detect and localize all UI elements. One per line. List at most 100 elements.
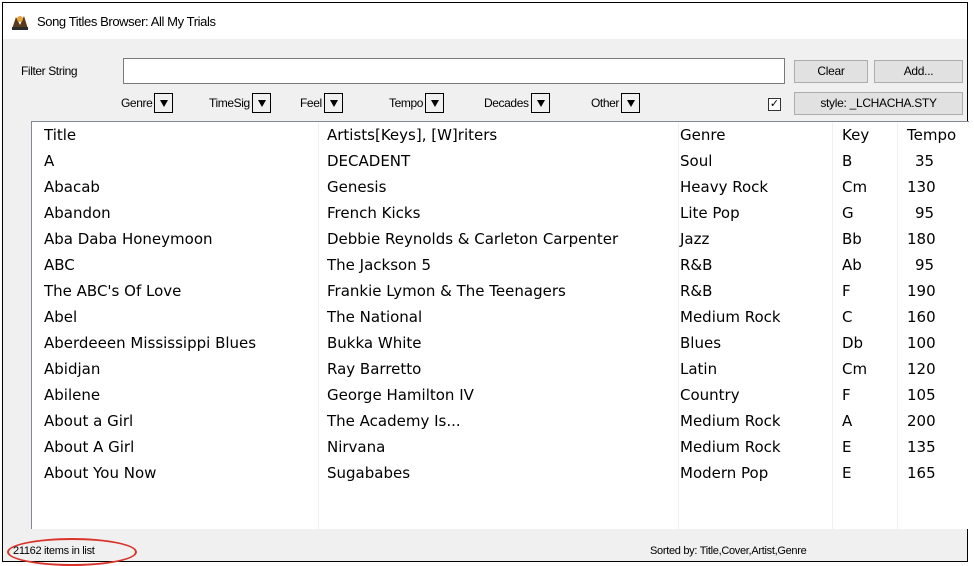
cell-title: Aba Daba Honeymoon <box>44 230 213 248</box>
clear-button[interactable]: Clear <box>794 60 868 83</box>
cell-genre: Medium Rock <box>680 412 781 430</box>
cell-title: About a Girl <box>44 412 134 430</box>
sort-status: Sorted by: Title,Cover,Artist,Genre <box>650 545 807 557</box>
cell-title: About A Girl <box>44 438 135 456</box>
tempo-dropdown[interactable]: Tempo <box>389 93 445 113</box>
dropdown-arrow-icon[interactable] <box>323 93 343 113</box>
cell-artist: George Hamilton IV <box>327 386 474 404</box>
other-dropdown[interactable]: Other <box>591 93 641 113</box>
column-header-genre[interactable]: Genre <box>680 122 725 148</box>
tempo-dropdown-label: Tempo <box>389 96 424 110</box>
style-button[interactable]: style: _LCHACHA.STY <box>794 92 963 115</box>
table-row[interactable]: The ABC's Of Love Frankie Lymon & The Tee… <box>32 278 969 304</box>
cell-title: The ABC's Of Love <box>44 282 182 300</box>
cell-tempo: 190 <box>907 282 936 300</box>
cell-key: F <box>842 386 851 404</box>
table-row[interactable]: Aba Daba Honeymoon Debbie Reynolds & Carl… <box>32 226 969 252</box>
cell-tempo: 200 <box>907 412 936 430</box>
column-header-artist[interactable]: Artists[Keys], [W]riters <box>327 122 497 148</box>
cell-genre: Medium Rock <box>680 438 781 456</box>
cell-key: Ab <box>842 256 862 274</box>
cell-artist: Nirvana <box>327 438 386 456</box>
cell-genre: Heavy Rock <box>680 178 769 196</box>
filter-string-label: Filter String <box>21 64 78 78</box>
cell-genre: R&B <box>680 282 713 300</box>
cell-genre: Country <box>680 386 740 404</box>
table-row[interactable]: A DECADENT Soul B 35 <box>32 148 969 174</box>
cell-tempo: 120 <box>907 360 936 378</box>
cell-artist: Debbie Reynolds & Carleton Carpenter <box>327 230 619 248</box>
cell-genre: R&B <box>680 256 713 274</box>
cell-tempo: 165 <box>907 464 936 482</box>
cell-artist: Frankie Lymon & The Teenagers <box>327 282 566 300</box>
items-count-status: 21162 items in list <box>13 545 95 557</box>
table-row[interactable]: Abilene George Hamilton IV Country F 105 <box>32 382 969 408</box>
table-header: Title Artists[Keys], [W]riters Genre Key Tem… <box>32 122 969 148</box>
table-row[interactable]: Abel The National Medium Rock C 160 <box>32 304 969 330</box>
cell-title: A <box>44 152 55 170</box>
genre-dropdown[interactable]: Genre <box>121 93 174 113</box>
cell-genre: Lite Pop <box>680 204 740 222</box>
song-titles-browser-window: Song Titles Browser: All My Trials Filte… <box>2 2 969 566</box>
cell-tempo: 130 <box>907 178 936 196</box>
table-row[interactable]: About A Girl Nirvana Medium Rock E 135 <box>32 434 969 460</box>
cell-key: C <box>842 308 853 326</box>
cell-tempo: 105 <box>907 386 936 404</box>
cell-genre: Jazz <box>680 230 710 248</box>
decades-dropdown[interactable]: Decades <box>484 93 550 113</box>
column-header-title[interactable]: Title <box>44 122 76 148</box>
filter-string-input[interactable] <box>123 58 785 84</box>
add-button[interactable]: Add... <box>874 60 963 83</box>
cell-title: Abacab <box>44 178 100 196</box>
cell-key: Cm <box>842 360 868 378</box>
table-row[interactable]: Aberdeeen Mississippi Blues Bukka White Bl… <box>32 330 969 356</box>
cell-key: F <box>842 282 851 300</box>
window-title: Song Titles Browser: All My Trials <box>37 14 216 29</box>
cell-tempo: 135 <box>907 438 936 456</box>
dropdown-arrow-icon[interactable] <box>425 93 445 113</box>
cell-tempo: 35 <box>915 152 935 170</box>
column-header-tempo[interactable]: Tempo <box>907 122 956 148</box>
cell-key: G <box>842 204 854 222</box>
cell-title: Abidjan <box>44 360 101 378</box>
table-row[interactable]: Abacab Genesis Heavy Rock Cm 130 <box>32 174 969 200</box>
table-row[interactable]: ABC The Jackson 5 R&B Ab 95 <box>32 252 969 278</box>
table-row[interactable]: Abidjan Ray Barretto Latin Cm 120 <box>32 356 969 382</box>
cell-key: Cm <box>842 178 868 196</box>
table-row[interactable]: About You Now Sugababes Modern Pop E 165 <box>32 460 969 486</box>
cell-tempo: 95 <box>915 256 935 274</box>
dropdown-arrow-icon[interactable] <box>251 93 271 113</box>
dropdown-arrow-icon[interactable] <box>154 93 174 113</box>
app-logo-icon <box>10 13 30 31</box>
cell-tempo: 100 <box>907 334 936 352</box>
table-row[interactable]: Abandon French Kicks Lite Pop G 95 <box>32 200 969 226</box>
column-header-key[interactable]: Key <box>842 122 869 148</box>
title-bar: Song Titles Browser: All My Trials <box>3 3 967 39</box>
cell-artist: The Academy Is... <box>327 412 461 430</box>
dropdown-arrow-icon[interactable] <box>621 93 641 113</box>
cell-tempo: 180 <box>907 230 936 248</box>
genre-dropdown-label: Genre <box>121 96 153 110</box>
cell-artist: Bukka White <box>327 334 422 352</box>
cell-key: E <box>842 464 852 482</box>
table-row[interactable]: About a Girl The Academy Is... Medium Rock… <box>32 408 969 434</box>
timesig-dropdown-label: TimeSig <box>209 96 250 110</box>
cell-genre: Medium Rock <box>680 308 781 326</box>
cell-title: ABC <box>44 256 75 274</box>
cell-tempo: 95 <box>915 204 935 222</box>
style-checkbox[interactable]: ✓ <box>768 98 781 111</box>
cell-genre: Modern Pop <box>680 464 769 482</box>
feel-dropdown[interactable]: Feel <box>300 93 343 113</box>
timesig-dropdown[interactable]: TimeSig <box>209 93 271 113</box>
song-list-table[interactable]: Title Artists[Keys], [W]riters Genre Key Tem… <box>31 121 969 529</box>
cell-artist: The National <box>327 308 423 326</box>
cell-artist: DECADENT <box>327 152 411 170</box>
decades-dropdown-label: Decades <box>484 96 529 110</box>
feel-dropdown-label: Feel <box>300 96 322 110</box>
cell-key: B <box>842 152 853 170</box>
cell-title: Aberdeeen Mississippi Blues <box>44 334 257 352</box>
cell-title: Abandon <box>44 204 111 222</box>
dropdown-arrow-icon[interactable] <box>530 93 550 113</box>
cell-artist: The Jackson 5 <box>327 256 432 274</box>
cell-artist: Ray Barretto <box>327 360 422 378</box>
